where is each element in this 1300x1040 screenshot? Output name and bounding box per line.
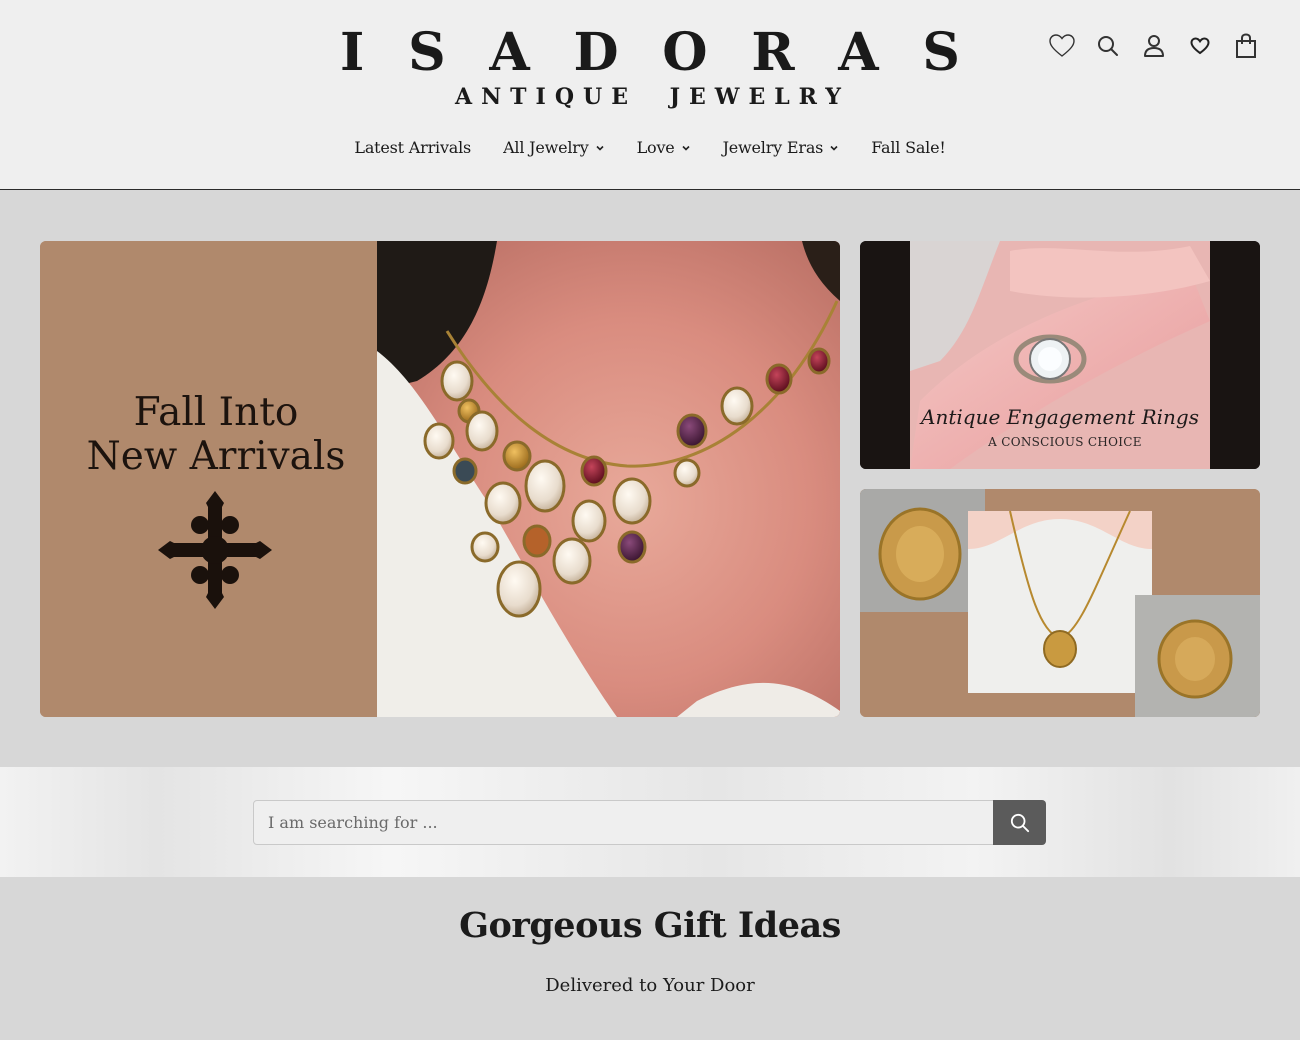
nav-label: Jewelry Eras	[722, 138, 824, 157]
logo-letter: S	[922, 22, 960, 83]
main-nav: Latest Arrivals All Jewelry Love Jewelry…	[0, 138, 1300, 157]
fleur-cross-icon	[158, 491, 272, 609]
search-submit-button[interactable]	[993, 800, 1046, 845]
nav-fall-sale[interactable]: Fall Sale!	[871, 138, 946, 157]
search-section	[0, 767, 1300, 877]
chevron-down-icon	[681, 145, 690, 151]
nav-all-jewelry[interactable]: All Jewelry	[503, 138, 605, 157]
promo-rings-title: Antique Engagement Rings	[921, 405, 1199, 429]
nav-love[interactable]: Love	[637, 138, 691, 157]
nav-label: Latest Arrivals	[354, 138, 472, 157]
search-icon[interactable]	[1094, 32, 1122, 60]
chevron-down-icon	[596, 145, 604, 151]
logo-letter: D	[573, 22, 619, 83]
logo-isadoras[interactable]: I S A D O R A S	[340, 22, 960, 83]
logo-letter: A	[838, 22, 879, 83]
hero-banner-new-arrivals[interactable]: Fall Into New Arrivals	[40, 241, 840, 717]
necklace-photo	[377, 241, 840, 717]
chevron-down-icon	[830, 145, 838, 151]
gift-section-title: Gorgeous Gift Ideas	[459, 905, 841, 946]
nav-label: Love	[636, 138, 675, 157]
hero-title-line: New Arrivals	[86, 434, 346, 479]
account-icon[interactable]	[1140, 32, 1168, 60]
search-input[interactable]	[253, 800, 994, 845]
logo-subtitle: ANTIQUE JEWELRY	[455, 84, 850, 112]
logo-letter: O	[662, 22, 708, 83]
wishlist-heart-icon[interactable]	[1048, 32, 1076, 60]
search-icon	[1010, 813, 1029, 832]
hero-banner-text-panel: Fall Into New Arrivals	[40, 241, 377, 717]
logo-letter: S	[408, 22, 446, 83]
promo-engagement-rings[interactable]: Antique Engagement Rings A CONSCIOUS CHO…	[860, 241, 1260, 469]
logo-letter: A	[489, 22, 530, 83]
cart-bag-icon[interactable]	[1232, 32, 1260, 60]
logo-letter: I	[340, 22, 365, 83]
logo-letter: R	[751, 22, 795, 83]
hero-title-line: Fall Into	[133, 390, 299, 435]
nav-label: Fall Sale!	[871, 138, 946, 157]
pendant-collage-photo	[860, 489, 1260, 717]
promo-gold-pendants[interactable]	[860, 489, 1260, 717]
gift-section-subtitle: Delivered to Your Door	[545, 975, 755, 996]
logo-sub-word: ANTIQUE	[455, 84, 637, 110]
favorites-heart-icon[interactable]	[1186, 32, 1214, 60]
hero-title: Fall Into New Arrivals	[40, 391, 392, 479]
nav-jewelry-eras[interactable]: Jewelry Eras	[723, 138, 840, 157]
nav-latest-arrivals[interactable]: Latest Arrivals	[354, 138, 471, 157]
promo-rings-subtitle: A CONSCIOUS CHOICE	[988, 435, 1142, 449]
site-header: I S A D O R A S ANTIQUE JEWELRY Latest A…	[0, 0, 1300, 190]
logo-sub-word: JEWELRY	[669, 84, 850, 110]
nav-label: All Jewelry	[503, 138, 589, 157]
header-icons	[1030, 32, 1260, 60]
